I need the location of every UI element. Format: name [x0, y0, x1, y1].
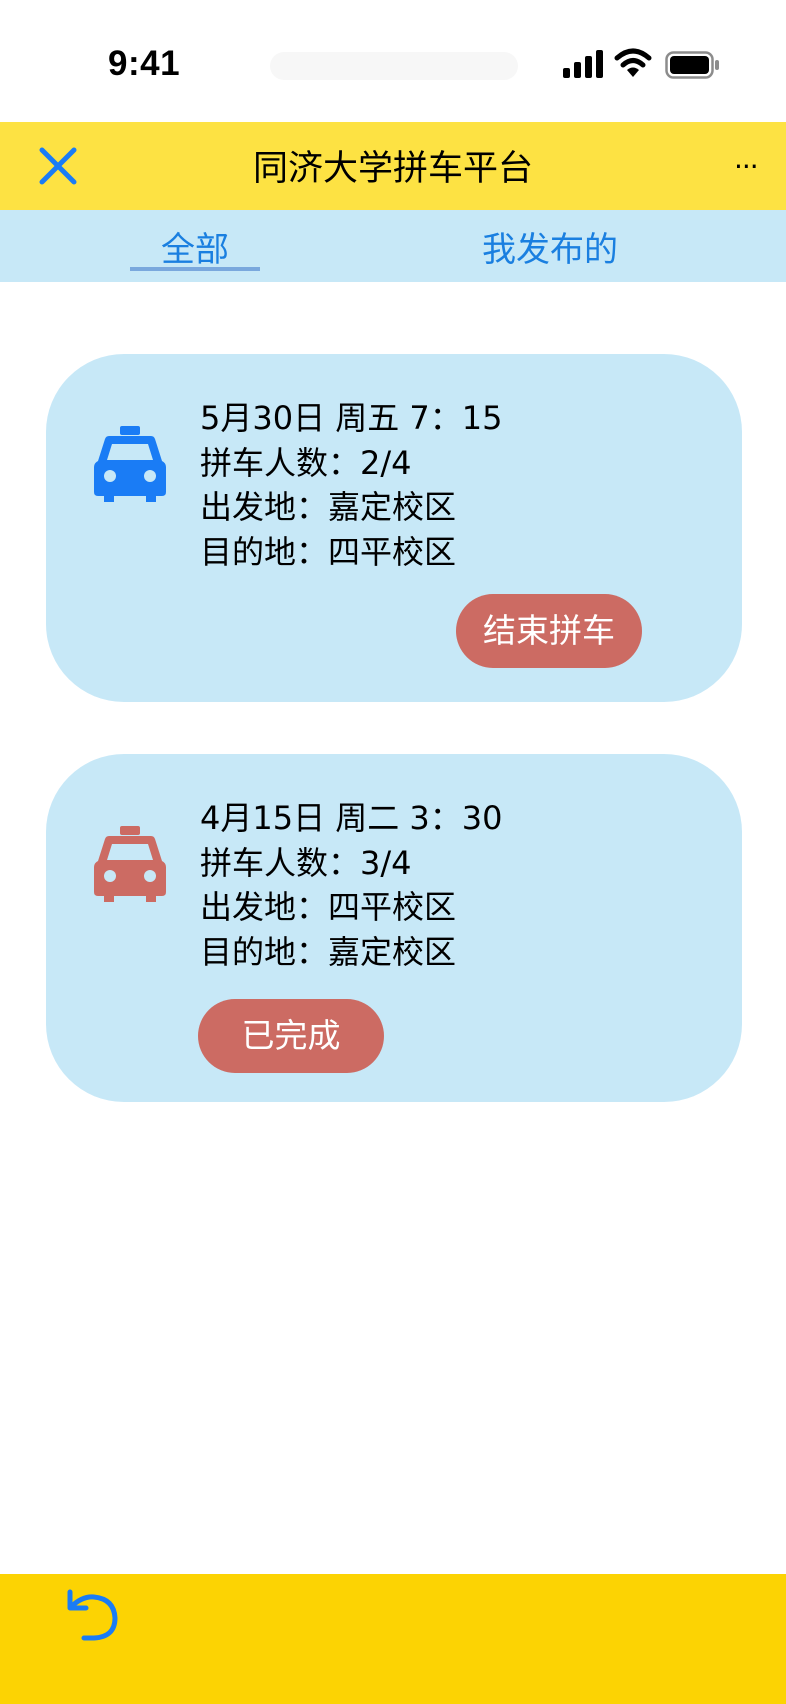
- trip-card[interactable]: 4月15日 周二 3：30 拼车人数：3/4 出发地：四平校区 目的地：嘉定校区…: [46, 754, 742, 1102]
- completed-badge: 已完成: [198, 999, 384, 1073]
- tab-bar: [0, 210, 786, 282]
- more-icon[interactable]: ···: [734, 150, 764, 184]
- trip-destination: 目的地：四平校区: [200, 532, 457, 571]
- status-time: 9:41: [108, 44, 181, 83]
- active-tab-indicator: [130, 267, 260, 271]
- trip-card[interactable]: 5月30日 周五 7：15 拼车人数：2/4 出发地：嘉定校区 目的地：四平校区…: [46, 354, 742, 702]
- taxi-icon: [94, 426, 166, 502]
- trip-origin: 出发地：四平校区: [200, 888, 457, 926]
- battery-icon: [665, 51, 719, 79]
- trip-origin: 出发地：嘉定校区: [200, 488, 457, 526]
- status-bar: 9:41: [0, 0, 786, 122]
- undo-back-icon[interactable]: [62, 1584, 122, 1644]
- trip-passengers: 拼车人数：2/4: [200, 443, 412, 482]
- page-title: 同济大学拼车平台: [252, 149, 533, 189]
- trip-datetime: 5月30日 周五 7：15: [200, 399, 503, 437]
- end-carpool-button[interactable]: 结束拼车: [456, 594, 642, 668]
- trip-passengers: 拼车人数：3/4: [200, 843, 412, 882]
- trip-destination: 目的地：嘉定校区: [200, 932, 457, 971]
- tab-my-posts[interactable]: 我发布的: [470, 222, 630, 271]
- taxi-icon: [94, 826, 166, 902]
- trip-datetime: 4月15日 周二 3：30: [200, 799, 503, 837]
- tab-all[interactable]: 全部: [130, 222, 260, 271]
- dynamic-island: [270, 52, 518, 80]
- signal-icon: [563, 50, 603, 78]
- wifi-icon: [614, 48, 652, 77]
